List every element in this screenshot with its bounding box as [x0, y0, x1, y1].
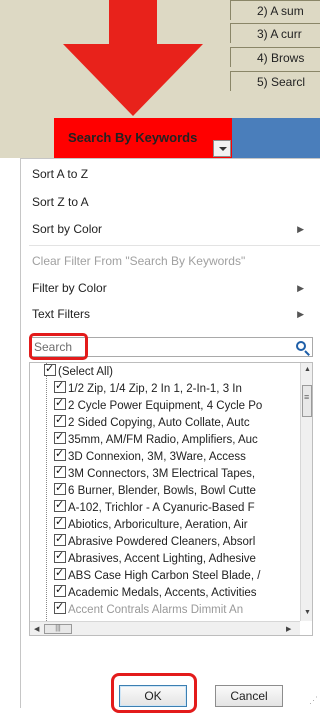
checkbox[interactable] [54, 582, 66, 599]
list-item[interactable]: Abrasives, Accent Lighting, Adhesive [54, 548, 256, 568]
sort-by-color-item[interactable]: Sort by Color [32, 222, 102, 236]
checkbox[interactable] [54, 463, 66, 480]
chevron-right-icon: ▶ [297, 283, 304, 293]
sort-a-to-z-item[interactable]: Sort A to Z [32, 167, 88, 181]
checkbox[interactable] [54, 599, 66, 616]
checkbox[interactable] [54, 446, 66, 463]
checkbox[interactable] [54, 531, 66, 548]
scroll-left-icon[interactable]: ◀ [34, 625, 39, 633]
chevron-right-icon: ▶ [297, 309, 304, 319]
list-item[interactable]: 2 Sided Copying, Auto Collate, Autc [54, 412, 250, 432]
separator [29, 245, 320, 246]
scroll-thumb[interactable] [302, 385, 312, 417]
list-item[interactable]: A-102, Trichlor - A Cyanuric-Based F [54, 497, 255, 517]
down-arrow-icon [63, 44, 203, 116]
checkbox[interactable] [54, 429, 66, 446]
text-filters-item[interactable]: Text Filters [32, 307, 90, 321]
vertical-scrollbar[interactable]: ▲ ▼ [300, 363, 312, 621]
list-item[interactable]: 1/2 Zip, 1/4 Zip, 2 In 1, 2-In-1, 3 In [54, 378, 242, 398]
list-item[interactable]: Accent Contrals Alarms Dimmit An [54, 599, 243, 619]
instruction-cell-5[interactable]: 5) Searcl [230, 71, 320, 91]
checkbox[interactable] [54, 565, 66, 582]
blue-header-cell[interactable] [232, 118, 320, 158]
list-item[interactable]: 3D Connexion, 3M, 3Ware, Access [54, 446, 246, 466]
checkbox[interactable] [54, 497, 66, 514]
horizontal-scrollbar[interactable]: ◀ ||| ▶ [30, 621, 300, 635]
checkbox[interactable] [44, 363, 56, 378]
list-item[interactable]: Abiotics, Arboriculture, Aeration, Air [54, 514, 248, 534]
scroll-up-icon[interactable]: ▲ [304, 366, 311, 373]
sort-z-to-a-item[interactable]: Sort Z to A [32, 195, 89, 209]
filter-values-list: (Select All) 1/2 Zip, 1/4 Zip, 2 In 1, 2… [29, 362, 313, 636]
scroll-down-icon[interactable]: ▼ [304, 609, 311, 616]
list-item[interactable]: 35mm, AM/FM Radio, Amplifiers, Auc [54, 429, 258, 449]
checkbox[interactable] [54, 412, 66, 429]
checkbox[interactable] [54, 378, 66, 395]
resize-grip-icon[interactable]: ⋰ [309, 695, 318, 706]
filter-dropdown-button[interactable] [213, 140, 231, 157]
spreadsheet-area: 2) A sum 3) A curr 4) Brows 5) Searcl Se… [0, 0, 320, 162]
keyword-header-label: Search By Keywords [68, 130, 198, 145]
filter-by-color-item[interactable]: Filter by Color [32, 281, 107, 295]
instruction-cell-2[interactable]: 2) A sum [230, 0, 320, 20]
list-item[interactable]: ABS Case High Carbon Steel Blade, / [54, 565, 260, 585]
checkbox[interactable] [54, 480, 66, 497]
checkbox[interactable] [54, 395, 66, 412]
instruction-cell-4[interactable]: 4) Brows [230, 47, 320, 67]
checkbox[interactable] [54, 548, 66, 565]
cancel-button[interactable]: Cancel [215, 685, 283, 707]
down-arrow-shaft [109, 0, 157, 44]
search-icon[interactable] [296, 341, 306, 351]
search-highlight-box [29, 333, 88, 360]
scroll-right-icon[interactable]: ▶ [286, 625, 291, 633]
clear-filter-item: Clear Filter From "Search By Keywords" [32, 254, 246, 268]
ok-highlight-box [111, 673, 197, 713]
autofilter-menu: Sort A to Z Sort Z to A Sort by Color ▶ … [20, 158, 320, 713]
list-item[interactable]: Abrasive Powdered Cleaners, Absorl [54, 531, 255, 551]
instruction-cell-3[interactable]: 3) A curr [230, 23, 320, 43]
chevron-right-icon: ▶ [297, 224, 304, 234]
list-item[interactable]: 2 Cycle Power Equipment, 4 Cycle Po [54, 395, 262, 415]
list-item[interactable]: Academic Medals, Accents, Activities [54, 582, 257, 602]
tree-line [46, 363, 47, 635]
scroll-thumb[interactable]: ||| [44, 624, 72, 634]
checkbox[interactable] [54, 514, 66, 531]
list-item[interactable]: 3M Connectors, 3M Electrical Tapes, [54, 463, 255, 483]
list-item[interactable]: 6 Burner, Blender, Bowls, Bowl Cutte [54, 480, 256, 500]
